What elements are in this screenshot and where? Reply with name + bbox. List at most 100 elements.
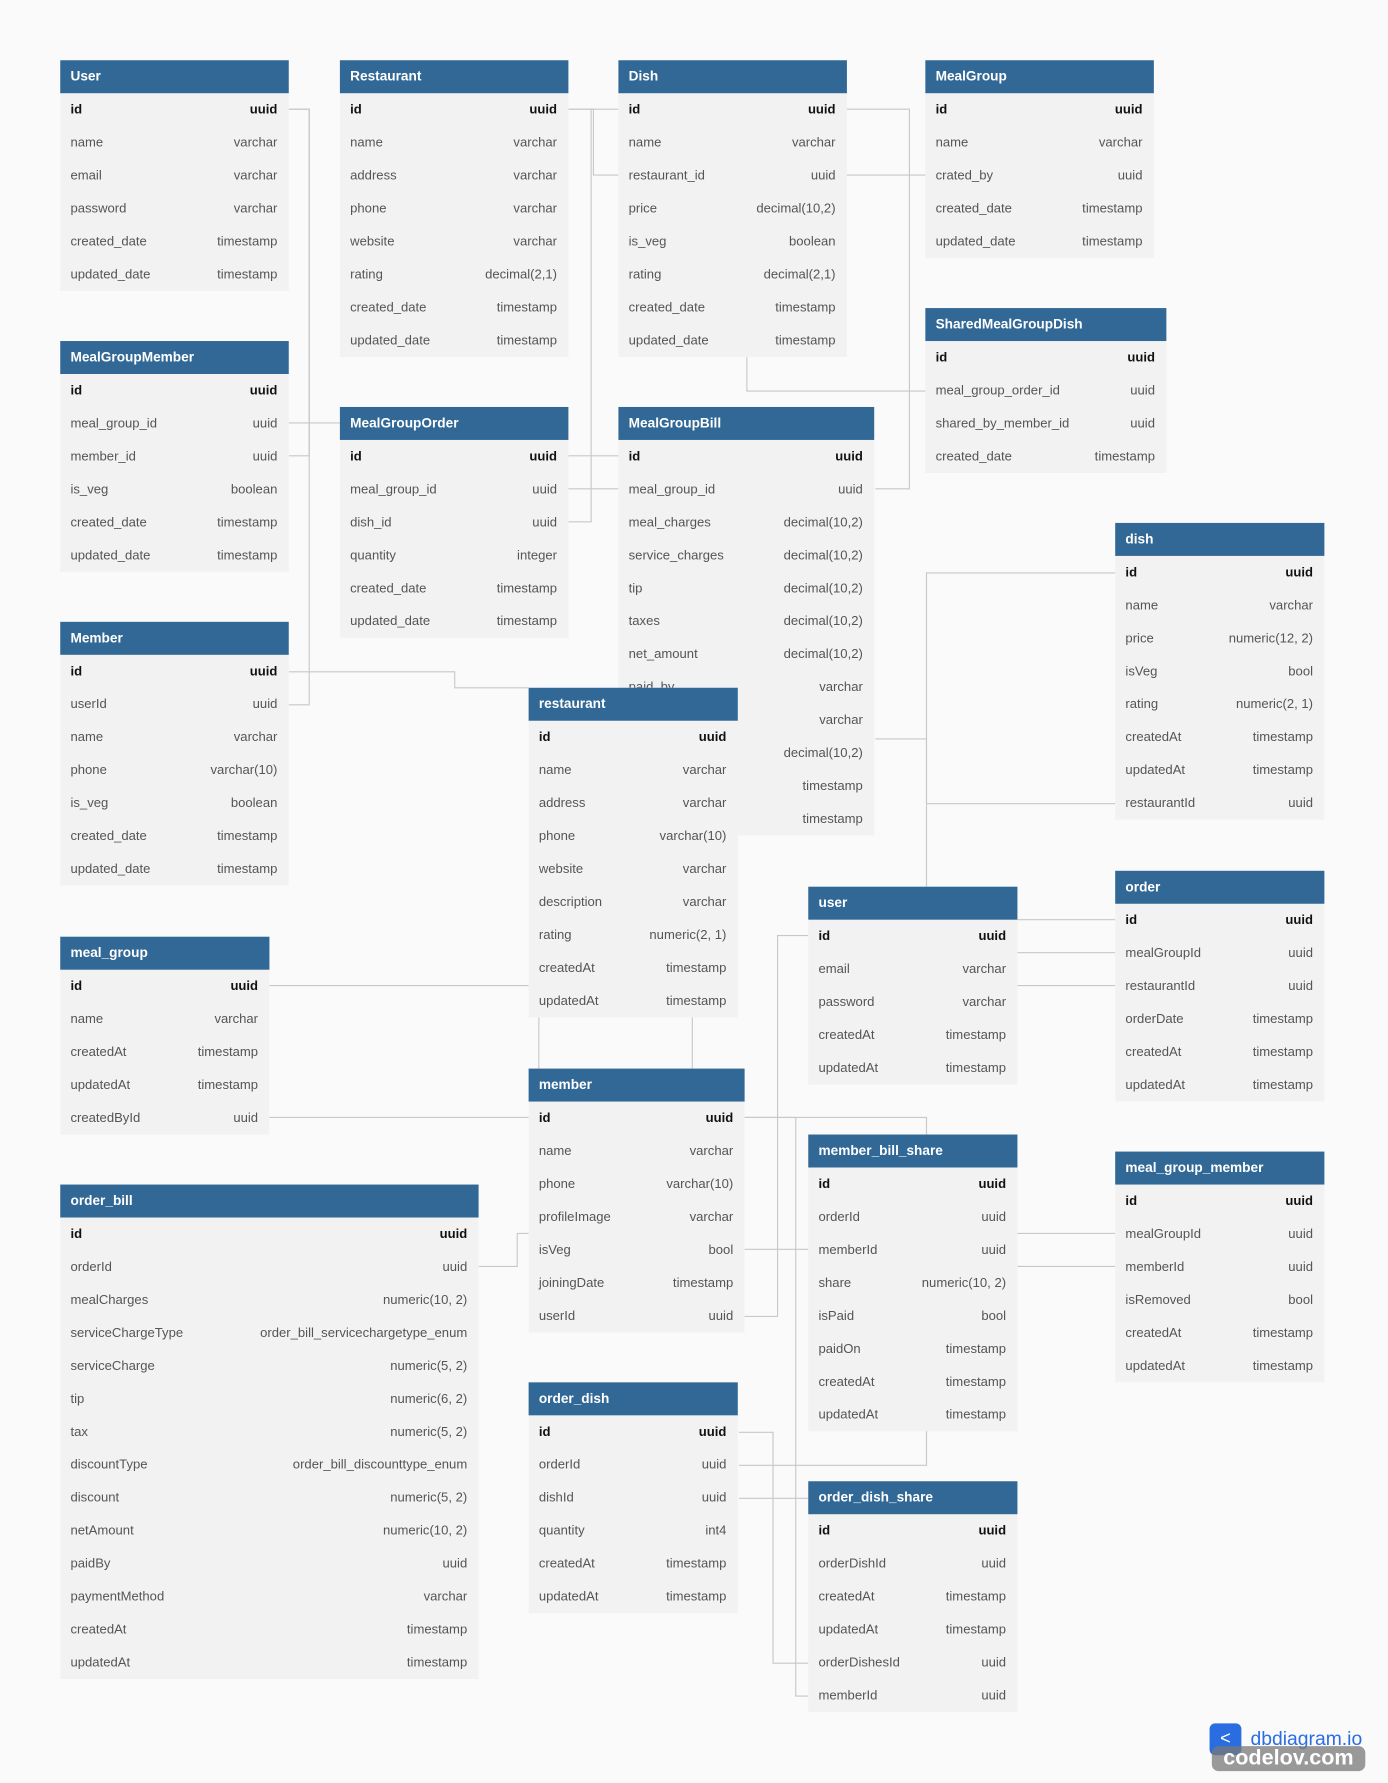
field-row[interactable]: address varchar [340, 159, 568, 192]
table-member_bill_share[interactable]: member_bill_share id uuid orderId uuid member… [808, 1134, 1018, 1432]
field-row[interactable]: isRemoved bool [1115, 1283, 1324, 1316]
relationship-line[interactable] [288, 108, 310, 706]
table-header[interactable]: dish [1115, 522, 1325, 556]
field-row[interactable]: memberId uuid [808, 1679, 1017, 1712]
field-row[interactable]: updated_date timestamp [60, 258, 288, 291]
field-row[interactable]: created_date timestamp [618, 291, 846, 324]
field-row[interactable]: profileImage varchar [529, 1200, 745, 1233]
field-row[interactable]: id uuid [808, 1167, 1017, 1200]
table-meal_group[interactable]: meal_group id uuid name varchar createdAt time… [60, 936, 270, 1135]
table-member[interactable]: Member id uuid userId uuid name varchar phone va… [60, 621, 289, 886]
field-row[interactable]: id uuid [60, 655, 288, 688]
field-row[interactable]: created_date timestamp [60, 820, 288, 853]
field-row[interactable]: id uuid [808, 920, 1017, 953]
field-row[interactable]: member_id uuid [60, 440, 288, 473]
table-order_bill[interactable]: order_bill id uuid orderId uuid mealCharges nu… [60, 1184, 479, 1680]
field-row[interactable]: id uuid [925, 341, 1166, 374]
relationship-line[interactable] [288, 108, 310, 457]
field-row[interactable]: service_charges decimal(10,2) [618, 539, 874, 572]
field-row[interactable]: tax numeric(5, 2) [60, 1415, 478, 1448]
field-row[interactable]: updatedAt timestamp [529, 1580, 738, 1613]
field-row[interactable]: dish_id uuid [340, 506, 568, 539]
field-row[interactable]: name varchar [529, 754, 738, 787]
field-row[interactable]: updatedAt timestamp [1115, 1349, 1324, 1382]
field-row[interactable]: password varchar [808, 986, 1017, 1019]
field-row[interactable]: id uuid [60, 1218, 478, 1251]
field-row[interactable]: address varchar [529, 787, 738, 820]
field-row[interactable]: meal_group_order_id uuid [925, 374, 1166, 407]
field-row[interactable]: createdAt timestamp [529, 1547, 738, 1580]
table-header[interactable]: restaurant [528, 687, 738, 721]
field-row[interactable]: shared_by_member_id uuid [925, 407, 1166, 440]
field-row[interactable]: id uuid [925, 93, 1153, 126]
field-row[interactable]: serviceChargeType order_bill_servicecharg… [60, 1316, 478, 1349]
field-row[interactable]: updatedAt timestamp [808, 1398, 1017, 1431]
field-row[interactable]: meal_group_id uuid [618, 473, 874, 506]
field-row[interactable]: tip numeric(6, 2) [60, 1382, 478, 1415]
table-mealgroupmember[interactable]: MealGroupMember id uuid meal_group_id uuid me… [60, 341, 289, 572]
field-row[interactable]: email varchar [808, 953, 1017, 986]
field-row[interactable]: isPaid bool [808, 1299, 1017, 1332]
field-row[interactable]: phone varchar(10) [529, 1167, 745, 1200]
field-row[interactable]: phone varchar(10) [60, 754, 288, 787]
field-row[interactable]: userId uuid [529, 1299, 745, 1332]
field-row[interactable]: crated_by uuid [925, 159, 1153, 192]
table-user[interactable]: User id uuid name varchar email varchar passwor… [60, 60, 289, 292]
field-row[interactable]: name varchar [60, 126, 288, 159]
field-row[interactable]: isVeg bool [529, 1233, 745, 1266]
table-header[interactable]: MealGroupBill [618, 406, 875, 440]
table-header[interactable]: SharedMealGroupDish [925, 308, 1167, 342]
field-row[interactable]: orderId uuid [808, 1200, 1017, 1233]
field-row[interactable]: orderDishesId uuid [808, 1646, 1017, 1679]
field-row[interactable]: updated_date timestamp [340, 605, 568, 638]
field-row[interactable]: website varchar [340, 225, 568, 258]
field-row[interactable]: orderId uuid [529, 1448, 738, 1481]
table-header[interactable]: MealGroup [925, 60, 1154, 94]
field-row[interactable]: id uuid [340, 93, 568, 126]
field-row[interactable]: mealGroupId uuid [1115, 1218, 1324, 1251]
field-row[interactable]: meal_group_id uuid [340, 473, 568, 506]
field-row[interactable]: name varchar [340, 126, 568, 159]
relationship-line[interactable] [744, 1116, 928, 1135]
field-row[interactable]: createdAt timestamp [1115, 721, 1324, 754]
table-restaurant[interactable]: restaurant id uuid name varchar address varcha… [528, 687, 738, 1018]
field-row[interactable]: is_veg boolean [618, 225, 846, 258]
table-header[interactable]: order_bill [60, 1184, 479, 1218]
field-row[interactable]: created_date timestamp [340, 291, 568, 324]
field-row[interactable]: createdAt timestamp [60, 1613, 478, 1646]
table-sharedmealgroupdish[interactable]: SharedMealGroupDish id uuid meal_group_orde… [925, 308, 1167, 473]
field-row[interactable]: is_veg boolean [60, 787, 288, 820]
field-row[interactable]: updatedAt timestamp [529, 984, 738, 1017]
field-row[interactable]: orderId uuid [60, 1250, 478, 1283]
table-header[interactable]: order [1115, 870, 1325, 904]
field-row[interactable]: rating decimal(2,1) [618, 258, 846, 291]
field-row[interactable]: quantity int4 [529, 1514, 738, 1547]
relationship-line[interactable] [568, 108, 619, 176]
field-row[interactable]: meal_group_id uuid [60, 407, 288, 440]
table-dish[interactable]: dish id uuid name varchar price numeric(12, 2)… [1115, 522, 1325, 820]
table-header[interactable]: order_dish_share [808, 1481, 1018, 1515]
field-row[interactable]: updated_date timestamp [925, 225, 1153, 258]
field-row[interactable]: name varchar [60, 721, 288, 754]
field-row[interactable]: dishId uuid [529, 1481, 738, 1514]
relationship-line[interactable] [744, 1116, 809, 1697]
relationship-line[interactable] [738, 935, 809, 1317]
table-header[interactable]: member [528, 1068, 745, 1102]
table-header[interactable]: meal_group [60, 936, 270, 970]
field-row[interactable]: password varchar [60, 192, 288, 225]
field-row[interactable]: net_amount decimal(10,2) [618, 638, 874, 671]
field-row[interactable]: id uuid [618, 93, 846, 126]
field-row[interactable]: name varchar [529, 1135, 745, 1168]
field-row[interactable]: updated_date timestamp [60, 853, 288, 886]
field-row[interactable]: rating numeric(2, 1) [529, 919, 738, 952]
field-row[interactable]: serviceCharge numeric(5, 2) [60, 1349, 478, 1382]
field-row[interactable]: paidOn timestamp [808, 1332, 1017, 1365]
field-row[interactable]: created_date timestamp [925, 192, 1153, 225]
field-row[interactable]: updatedAt timestamp [1115, 1069, 1324, 1102]
field-row[interactable]: name varchar [1115, 589, 1324, 622]
field-row[interactable]: id uuid [340, 440, 568, 473]
field-row[interactable]: rating decimal(2,1) [340, 258, 568, 291]
table-header[interactable]: meal_group_member [1115, 1151, 1325, 1185]
table-mealgroup[interactable]: MealGroup id uuid name varchar crated_by uuid c… [925, 60, 1154, 259]
field-row[interactable]: created_date timestamp [925, 440, 1166, 473]
